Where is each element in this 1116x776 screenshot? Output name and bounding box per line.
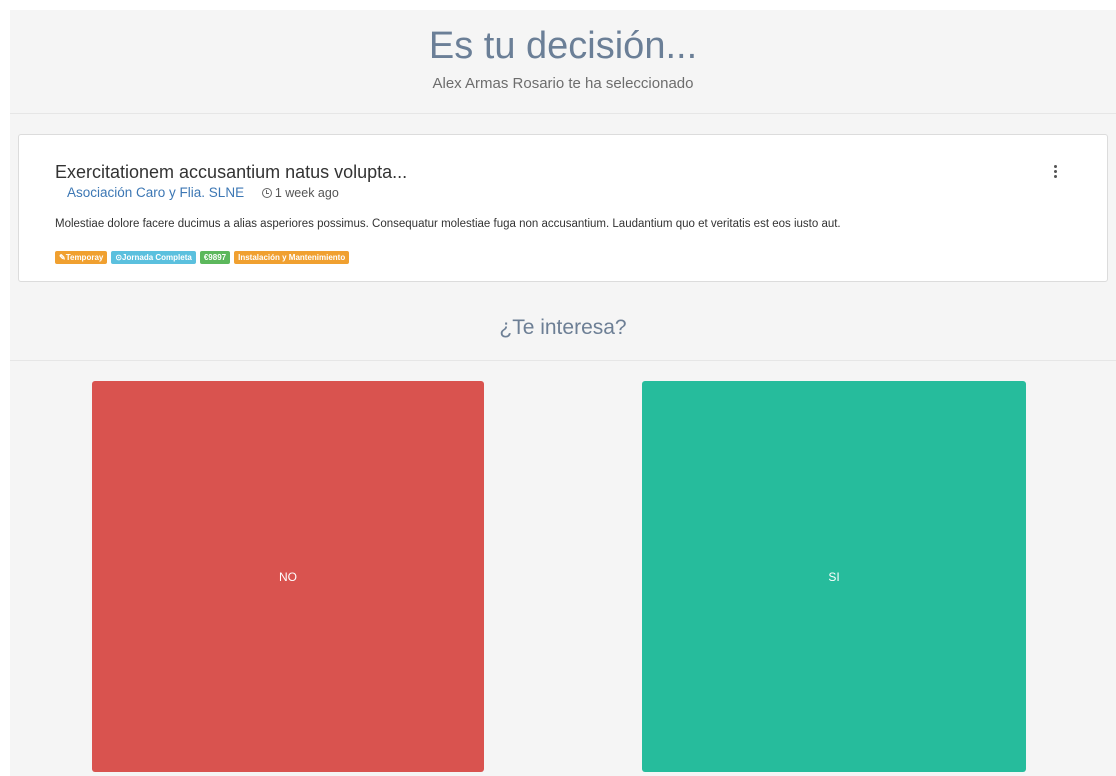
offer-company-link[interactable]: Asociación Caro y Flia. SLNE	[67, 185, 244, 200]
tag-salary: €9897	[199, 251, 231, 264]
page-title: Es tu decisión...	[428, 25, 698, 67]
offer-meta: Asociación Caro y Flia. SLNE 1 week ago	[67, 184, 339, 202]
tag-category: Instalación y Mantenimiento	[234, 251, 350, 264]
pencil-icon: ✎	[59, 253, 66, 262]
no-button-label: NO	[279, 569, 297, 584]
tag-schedule: ⊙Jornada Completa	[111, 251, 196, 264]
offer-description: Molestiae dolore facere ducimus a alias …	[55, 218, 841, 230]
offer-title[interactable]: Exercitationem accusantium natus volupta…	[55, 161, 407, 183]
more-options-icon[interactable]	[1053, 165, 1057, 179]
tag-schedule-label: Jornada Completa	[122, 253, 192, 262]
offer-tags: ✎Temporay ⊙Jornada Completa €9897 Instal…	[55, 251, 350, 265]
job-offer-card: Exercitationem accusantium natus volupta…	[18, 134, 1108, 282]
page-header: Es tu decisión... Alex Armas Rosario te …	[10, 10, 1116, 114]
yes-button-label: SI	[828, 569, 840, 584]
offer-posted-label: 1 week ago	[274, 186, 339, 200]
no-button[interactable]: NO	[92, 381, 484, 772]
interest-question: ¿Te interesa?	[499, 316, 627, 339]
tag-contract-type: ✎Temporay	[55, 251, 108, 264]
clock-icon	[261, 188, 272, 198]
yes-button[interactable]: SI	[642, 381, 1026, 772]
page-subtitle: Alex Armas Rosario te ha seleccionado	[432, 75, 694, 92]
decision-page: Es tu decisión... Alex Armas Rosario te …	[10, 10, 1116, 776]
tag-contract-type-label: Temporay	[65, 253, 104, 262]
section-divider	[10, 360, 1116, 361]
tag-salary-label: €9897	[203, 253, 227, 262]
offer-posted-time: 1 week ago	[261, 186, 339, 200]
tag-category-label: Instalación y Mantenimiento	[238, 253, 346, 262]
